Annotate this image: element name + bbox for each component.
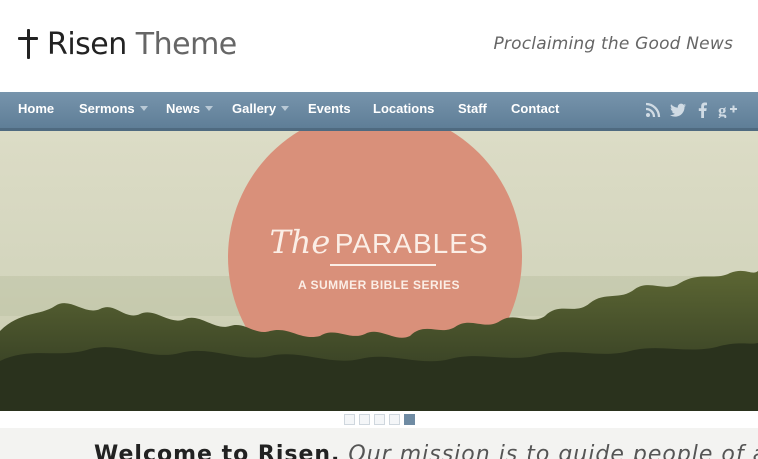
welcome-heading: Welcome to Risen. <box>94 442 341 459</box>
logo-text-primary: Risen <box>47 26 127 62</box>
slide-image <box>0 131 758 411</box>
site-header: Risen Theme Proclaiming the Good News <box>0 0 758 92</box>
facebook-icon[interactable] <box>698 92 707 128</box>
nav-item-label: News <box>166 101 200 116</box>
nav-item-label: Staff <box>458 101 487 116</box>
welcome-section: Welcome to Risen. Our mission is to guid… <box>0 428 758 459</box>
nav-item-events[interactable]: Events <box>308 92 351 128</box>
caret-down-icon <box>204 106 213 112</box>
caret-down-icon <box>281 106 290 112</box>
main-navigation: Home Sermons News Gallery Events Locatio… <box>0 92 758 131</box>
nav-item-label: Home <box>18 101 55 116</box>
slider-pager <box>0 414 758 425</box>
nav-item-gallery[interactable]: Gallery <box>232 92 290 128</box>
hero-slider[interactable]: The PARABLES A SUMMER BIBLE SERIES <box>0 131 758 411</box>
caret-down-icon <box>139 106 148 112</box>
site-tagline: Proclaiming the Good News <box>493 34 733 54</box>
nav-item-label: Sermons <box>79 101 135 116</box>
google-plus-icon[interactable]: g <box>718 92 738 128</box>
svg-text:g: g <box>718 102 727 118</box>
twitter-icon[interactable] <box>670 92 687 128</box>
cross-icon <box>18 28 38 60</box>
nav-item-news[interactable]: News <box>166 92 213 128</box>
welcome-text: Welcome to Risen. Our mission is to guid… <box>94 442 758 459</box>
logo-text-secondary: Theme <box>135 26 237 62</box>
site-logo[interactable]: Risen Theme <box>18 24 237 64</box>
nav-item-label: Locations <box>373 101 435 116</box>
rss-icon[interactable] <box>645 92 661 128</box>
slider-dot[interactable] <box>358 414 370 425</box>
nav-item-label: Gallery <box>232 101 277 116</box>
nav-item-home[interactable]: Home <box>18 92 54 128</box>
nav-item-label: Events <box>308 101 351 116</box>
nav-item-staff[interactable]: Staff <box>458 92 487 128</box>
slider-dot[interactable] <box>373 414 385 425</box>
nav-item-label: Contact <box>511 101 560 116</box>
nav-item-sermons[interactable]: Sermons <box>79 92 148 128</box>
slider-dot[interactable] <box>343 414 355 425</box>
welcome-body: Our mission is to guide people of all <box>348 442 758 459</box>
nav-item-locations[interactable]: Locations <box>373 92 434 128</box>
slider-dot[interactable] <box>388 414 400 425</box>
slider-dot-active[interactable] <box>403 414 415 425</box>
nav-item-contact[interactable]: Contact <box>511 92 559 128</box>
